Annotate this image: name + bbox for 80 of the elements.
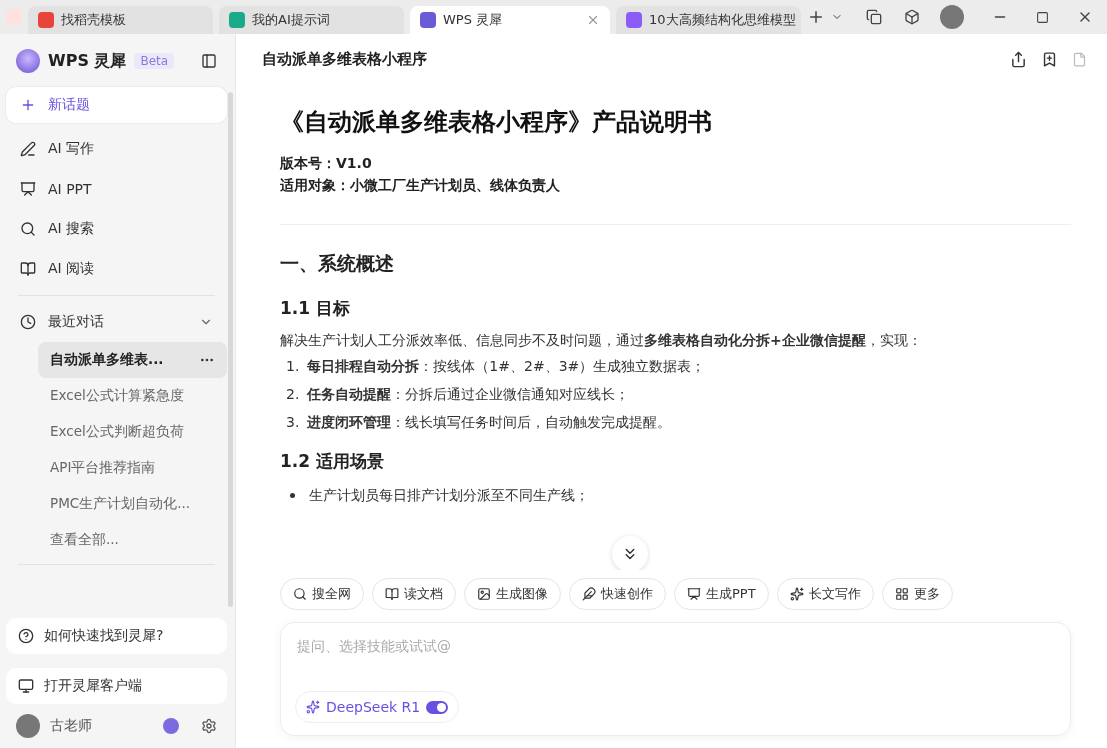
book-icon — [385, 587, 399, 601]
search-icon — [293, 587, 307, 601]
scroll-down-button[interactable] — [612, 536, 648, 570]
skill-button[interactable]: 生成图像 — [464, 578, 561, 610]
bookmark-icon[interactable] — [1041, 50, 1058, 68]
browser-tab[interactable]: 找稻壳模板 — [28, 6, 213, 34]
list-number: 2. — [286, 385, 300, 404]
tab-favicon-icon — [420, 12, 436, 28]
browser-tab[interactable]: 10大高频结构化思维模型 — [616, 6, 801, 34]
list-number: 1. — [286, 357, 300, 376]
list-number: 3. — [286, 413, 300, 432]
user-avatar[interactable] — [940, 5, 964, 29]
skill-button[interactable]: 长文写作 — [776, 578, 874, 610]
presentation-icon — [20, 181, 36, 197]
feather-icon — [582, 587, 596, 601]
model-switch[interactable] — [426, 700, 449, 714]
cube-icon[interactable] — [904, 9, 920, 25]
windows-icon[interactable] — [866, 9, 882, 25]
nav-item[interactable]: AI 写作 — [6, 129, 227, 169]
settings-icon[interactable] — [201, 718, 217, 734]
bullet-icon — [290, 493, 295, 498]
share-icon[interactable] — [1010, 50, 1027, 68]
user-avatar[interactable] — [16, 714, 40, 738]
list-item: 任务自动提醒：分拆后通过企业微信通知对应线长； — [307, 385, 630, 404]
view-all-link[interactable]: 查看全部... — [38, 522, 227, 558]
meta-line: 版本号：V1.0 — [280, 154, 373, 173]
sidebar-toggle-icon[interactable] — [201, 53, 217, 69]
skill-button[interactable]: 读文档 — [372, 578, 456, 610]
user-name: 古老师 — [50, 717, 93, 735]
pen-icon — [20, 141, 36, 157]
search-icon — [20, 221, 36, 237]
monitor-icon — [18, 678, 34, 694]
recent-chat-item[interactable]: API平台推荐指南 — [38, 450, 227, 486]
open-client-card[interactable]: 打开灵犀客户端 — [6, 668, 227, 704]
presentation-icon — [687, 587, 701, 601]
grid-icon — [894, 587, 909, 601]
status-icon[interactable] — [163, 718, 179, 734]
recent-chats-header[interactable]: 最近对话 — [6, 302, 227, 342]
plus-icon — [20, 97, 36, 113]
beta-badge: Beta — [134, 53, 175, 69]
help-icon — [18, 628, 34, 644]
maximize-icon[interactable] — [1036, 10, 1049, 24]
skill-button[interactable]: 快速创作 — [569, 578, 666, 610]
image-icon — [477, 587, 491, 601]
sparkles-icon — [789, 587, 804, 601]
recent-chat-item[interactable]: Excel公式计算紧急度 — [38, 378, 227, 414]
brand-name: WPS 灵犀 — [48, 50, 127, 72]
tab-favicon-icon — [626, 12, 642, 28]
nav-item[interactable]: AI PPT — [6, 169, 227, 209]
nav-item[interactable]: AI 搜索 — [6, 209, 227, 249]
recent-chat-item[interactable]: 自动派单多维表... — [38, 342, 227, 378]
subsection-heading: 1.1 目标 — [280, 297, 352, 320]
scrollbar[interactable] — [228, 92, 233, 607]
subsection-heading: 1.2 适用场景 — [280, 450, 386, 473]
browser-tab[interactable]: WPS 灵犀 — [410, 6, 610, 34]
brand-logo-icon — [16, 49, 40, 73]
new-topic-button[interactable]: 新话题 — [6, 87, 227, 123]
document-title: 自动派单多维表格小程序 — [262, 49, 428, 69]
skill-button[interactable]: 搜全网 — [280, 578, 364, 610]
paragraph: 解决生产计划人工分派效率低、信息同步不及时问题，通过多维表格自动化分拆+企业微信提醒，实现： — [280, 331, 923, 350]
section-heading: 一、系统概述 — [280, 251, 395, 276]
document-heading: 《自动派单多维表格小程序》产品说明书 — [280, 107, 713, 138]
book-icon — [20, 261, 36, 277]
nav-item[interactable]: AI 阅读 — [6, 249, 227, 289]
skill-button[interactable]: 生成PPT — [674, 578, 769, 610]
recent-chat-item[interactable]: Excel公式判断超负荷 — [38, 414, 227, 450]
recent-chat-item[interactable]: PMC生产计划自动化... — [38, 486, 227, 522]
list-item: 进度闭环管理：线长填写任务时间后，自动触发完成提醒。 — [307, 413, 672, 432]
skill-button[interactable]: 更多 — [881, 578, 953, 610]
model-toggle-button[interactable]: DeepSeek R1 — [295, 691, 460, 723]
sparkles-icon — [306, 700, 320, 714]
tab-favicon-icon — [229, 12, 245, 28]
list-item: 每日排程自动分拆：按线体（1#、2#、3#）生成独立数据表； — [307, 357, 706, 376]
new-tab-icon[interactable] — [807, 8, 825, 26]
list-item: 生产计划员每日排产计划分派至不同生产线； — [309, 486, 589, 505]
help-card[interactable]: 如何快速找到灵犀? — [6, 618, 227, 654]
clock-icon — [20, 314, 36, 330]
browser-tab[interactable]: 我的AI提示词 — [219, 6, 404, 34]
tab-favicon-icon — [38, 12, 54, 28]
meta-line: 适用对象：小微工厂生产计划员、线体负责人 — [280, 176, 561, 195]
